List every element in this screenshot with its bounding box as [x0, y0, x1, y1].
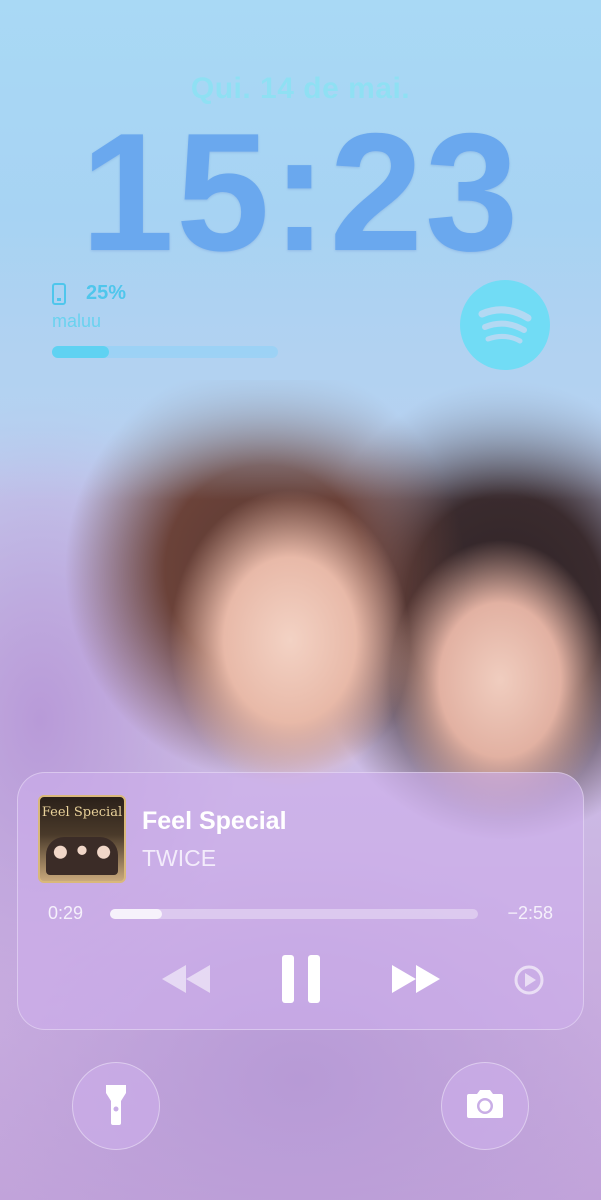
rewind-icon[interactable]: [158, 959, 214, 999]
phone-battery-icon: [52, 282, 66, 305]
playback-progress-fill: [110, 909, 162, 919]
airplay-icon[interactable]: [512, 963, 546, 997]
flashlight-icon: [104, 1081, 128, 1132]
now-playing-widget[interactable]: Feel Special Feel Special TWICE 0:29 −2:…: [17, 772, 584, 1030]
spotify-logo-icon[interactable]: [460, 280, 550, 370]
album-art-text: Feel Special: [41, 805, 123, 820]
playback-controls: [18, 951, 583, 1011]
artist-name: TWICE: [142, 845, 217, 871]
album-art-figures: [46, 837, 118, 875]
song-title: Feel Special: [142, 807, 287, 835]
battery-level-bar: [52, 346, 278, 358]
fast-forward-icon[interactable]: [388, 959, 444, 999]
device-name: maluu: [52, 311, 102, 331]
elapsed-time: 0:29: [48, 903, 84, 923]
playback-progress-bar[interactable]: [110, 909, 478, 919]
camera-icon: [464, 1088, 506, 1125]
lockscreen-clock: 15:23: [80, 98, 521, 286]
album-art[interactable]: Feel Special: [38, 795, 126, 883]
remaining-time: −2:58: [507, 903, 553, 923]
camera-button[interactable]: [441, 1062, 529, 1150]
battery-level-fill: [52, 346, 109, 358]
wallpaper-fade: [0, 360, 601, 500]
battery-widget[interactable]: 25% maluu: [52, 282, 280, 362]
battery-percent: 25%: [86, 282, 127, 304]
flashlight-button[interactable]: [72, 1062, 160, 1150]
pause-icon[interactable]: [276, 951, 326, 1007]
battery-row: 25%: [52, 282, 280, 305]
